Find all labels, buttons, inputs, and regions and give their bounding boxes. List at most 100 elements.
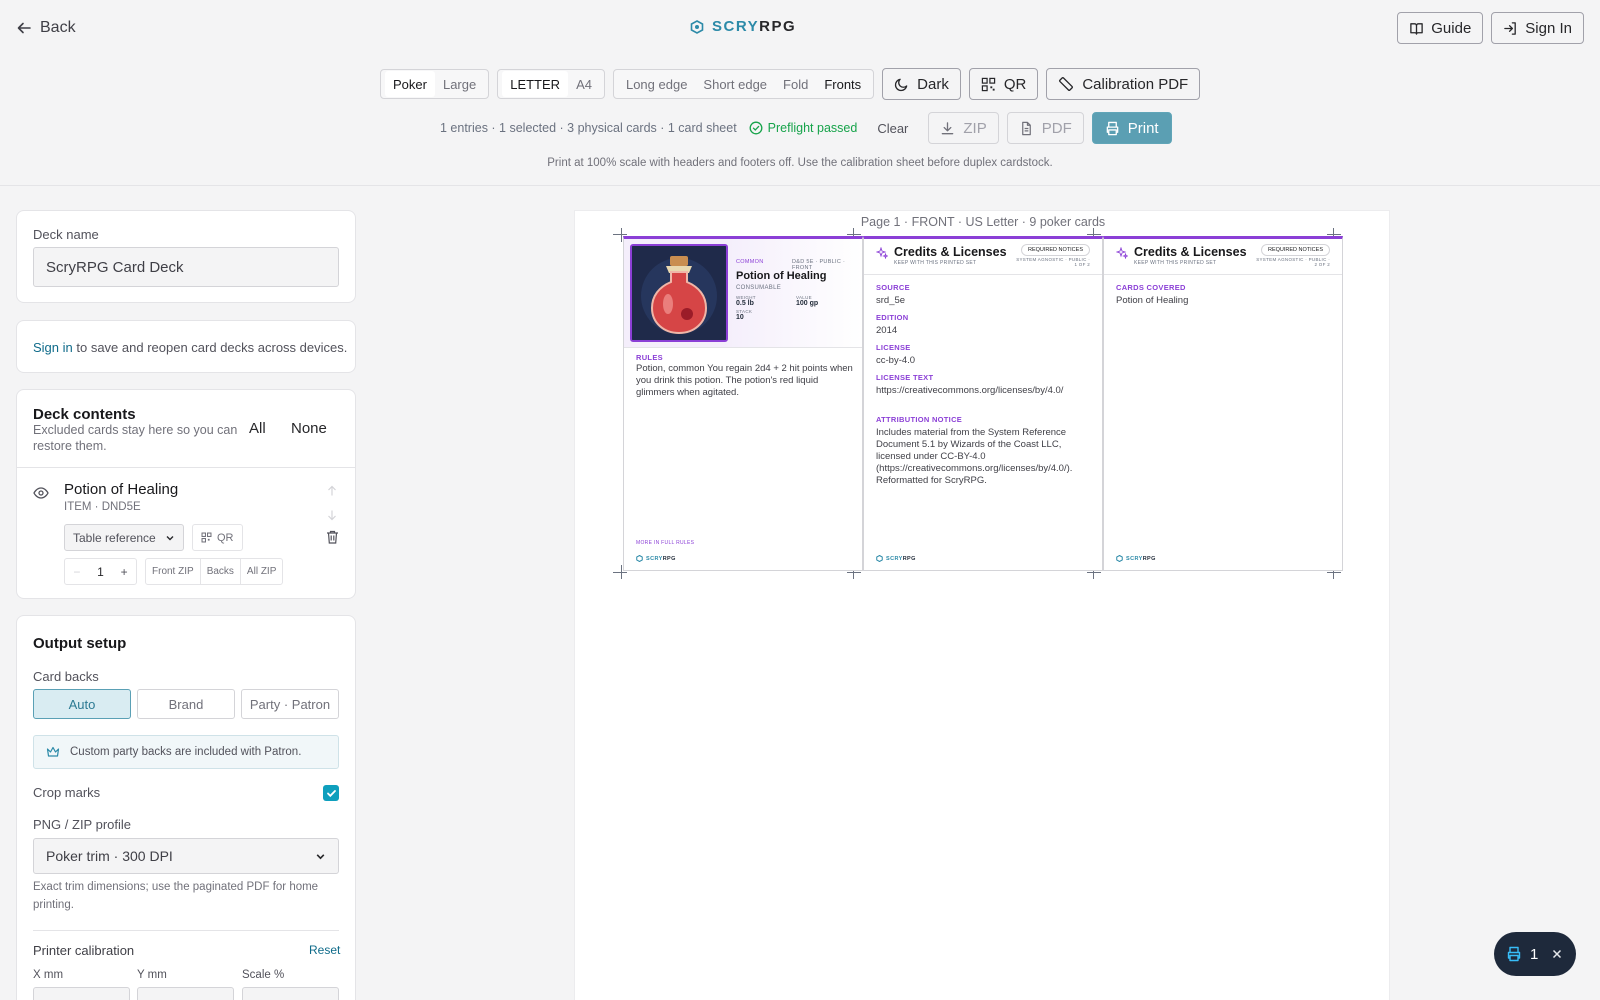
printer-icon bbox=[1105, 121, 1120, 136]
minus-button[interactable]: − bbox=[65, 559, 89, 584]
output-setup-panel: Output setup Card backs Auto Brand Party… bbox=[16, 615, 356, 1000]
png-profile-label: PNG / ZIP profile bbox=[33, 817, 132, 832]
arrow-left-icon bbox=[16, 20, 32, 36]
deck-name-input[interactable]: ScryRPG Card Deck bbox=[33, 247, 339, 287]
cards-covered-value: Potion of Healing bbox=[1116, 295, 1189, 306]
zip-button[interactable]: ZIP bbox=[928, 112, 999, 144]
front-zip-button[interactable]: Front ZIP bbox=[146, 559, 201, 584]
png-profile-value: Poker trim · 300 DPI bbox=[46, 848, 173, 864]
paper-option-letter[interactable]: LETTER bbox=[502, 71, 569, 97]
print-button[interactable]: Print bbox=[1091, 112, 1172, 144]
potion-image bbox=[630, 244, 728, 342]
all-zip-button[interactable]: All ZIP bbox=[241, 559, 282, 584]
crop-marks-checkbox[interactable] bbox=[323, 785, 339, 801]
eye-icon[interactable] bbox=[33, 486, 49, 500]
card-backs-party-patron[interactable]: Party · Patron bbox=[241, 689, 339, 719]
card-subtitle: KEEP WITH THIS PRINTED SET bbox=[894, 260, 977, 266]
preflight-status: Preflight passed bbox=[749, 121, 857, 135]
divider bbox=[33, 930, 339, 931]
clear-button[interactable]: Clear bbox=[865, 121, 920, 136]
weight-value: 0.5 lb bbox=[736, 300, 754, 307]
y-mm-input[interactable]: 0 bbox=[137, 987, 234, 1000]
card-title: Potion of Healing bbox=[736, 270, 827, 282]
close-icon[interactable] bbox=[1552, 949, 1562, 959]
deck-contents-panel: Deck contents Excluded cards stay here s… bbox=[16, 389, 356, 599]
quantity-stepper: − 1 + bbox=[64, 558, 137, 585]
guide-button[interactable]: Guide bbox=[1397, 12, 1484, 44]
png-profile-select[interactable]: Poker trim · 300 DPI bbox=[33, 838, 339, 874]
print-hint: Print at 100% scale with headers and foo… bbox=[547, 157, 1053, 169]
output-setup-title: Output setup bbox=[33, 635, 127, 652]
sign-in-panel: Sign in to save and reopen card decks ac… bbox=[16, 320, 356, 373]
print-label: Print bbox=[1127, 119, 1159, 137]
brand-scry: SCRY bbox=[712, 18, 760, 35]
guide-label: Guide bbox=[1431, 19, 1472, 37]
duplex-toggle: Long edge Short edge Fold Fronts bbox=[612, 69, 875, 99]
entry-meta: ITEM · DND5E bbox=[64, 501, 141, 513]
sparkles-icon bbox=[1116, 247, 1128, 259]
brand-rpg: RPG bbox=[759, 18, 797, 35]
patron-notice-text: Custom party backs are included with Pat… bbox=[70, 746, 302, 758]
attribution-label: ATTRIBUTION NOTICE bbox=[876, 415, 963, 424]
select-none-button[interactable]: None bbox=[291, 420, 327, 437]
calibration-reset-button[interactable]: Reset bbox=[309, 943, 340, 957]
printer-calibration-label: Printer calibration bbox=[33, 943, 135, 958]
scale-input[interactable]: 100 bbox=[242, 987, 339, 1000]
stack-value: 10 bbox=[736, 314, 744, 321]
entry-name: Potion of Healing bbox=[64, 481, 179, 498]
calibration-pdf-button[interactable]: Calibration PDF bbox=[1046, 68, 1201, 100]
duplex-option-fold[interactable]: Fold bbox=[775, 71, 816, 97]
qr-toggle-button[interactable]: QR bbox=[968, 68, 1039, 100]
entry-template-select[interactable]: Table reference bbox=[64, 524, 184, 551]
deck-contents-title: Deck contents bbox=[33, 406, 136, 423]
card-subtitle: CONSUMABLE bbox=[736, 285, 782, 291]
sign-in-label: Sign In bbox=[1525, 19, 1572, 37]
card-potion-of-healing: COMMON D&D 5E · PUBLIC · FRONT Potion of… bbox=[623, 236, 863, 571]
plus-button[interactable]: + bbox=[112, 559, 136, 584]
ruler-icon bbox=[1058, 76, 1074, 92]
backs-button[interactable]: Backs bbox=[201, 559, 241, 584]
print-queue-pill[interactable]: 1 bbox=[1494, 932, 1576, 976]
print-preview-page: Page 1 · FRONT · US Letter · 9 poker car… bbox=[574, 210, 1390, 1000]
card-backs-label: Card backs bbox=[33, 669, 99, 684]
paper-size-toggle: LETTER A4 bbox=[497, 69, 605, 99]
card-size-toggle: Poker Large bbox=[380, 69, 490, 99]
entry-qr-button[interactable]: QR bbox=[192, 524, 243, 551]
back-button[interactable]: Back bbox=[16, 16, 76, 40]
x-mm-input[interactable]: 0 bbox=[33, 987, 130, 1000]
brand-logo[interactable]: SCRYRPG bbox=[690, 18, 796, 35]
size-option-large[interactable]: Large bbox=[435, 71, 484, 97]
sign-in-message: to save and reopen card decks across dev… bbox=[76, 340, 348, 355]
card-backs-brand[interactable]: Brand bbox=[137, 689, 235, 719]
crop-marks-label: Crop marks bbox=[33, 785, 101, 800]
rules-text: Potion, common You regain 2d4 + 2 hit po… bbox=[636, 363, 853, 398]
arrow-down-icon[interactable] bbox=[326, 509, 338, 521]
pdf-button[interactable]: PDF bbox=[1006, 112, 1084, 144]
license-label: LICENSE bbox=[876, 343, 911, 352]
value-value: 100 gp bbox=[796, 300, 819, 307]
card-subtitle: KEEP WITH THIS PRINTED SET bbox=[1134, 260, 1217, 266]
sign-in-button[interactable]: Sign In bbox=[1491, 12, 1584, 44]
required-notices-badge: REQUIRED NOTICES bbox=[1020, 244, 1090, 256]
license-text-value: https://creativecommons.org/licenses/by/… bbox=[876, 385, 1064, 396]
size-option-poker[interactable]: Poker bbox=[385, 71, 435, 97]
pdf-label: PDF bbox=[1041, 119, 1072, 137]
dark-toggle-button[interactable]: Dark bbox=[882, 68, 961, 100]
png-profile-help: Exact trim dimensions; use the paginated… bbox=[33, 881, 319, 911]
quantity-value[interactable]: 1 bbox=[89, 559, 113, 584]
duplex-option-long-edge[interactable]: Long edge bbox=[618, 71, 695, 97]
card-pager: 1 OF 2 bbox=[1074, 262, 1090, 267]
select-all-button[interactable]: All bbox=[249, 420, 266, 437]
printer-icon bbox=[1506, 946, 1522, 962]
arrow-up-icon[interactable] bbox=[326, 485, 338, 497]
check-circle-icon bbox=[749, 121, 763, 135]
card-backs-auto[interactable]: Auto bbox=[33, 689, 131, 719]
card-footer-logo: SCRYRPG bbox=[1116, 555, 1156, 562]
duplex-option-fronts[interactable]: Fronts bbox=[816, 71, 869, 97]
sign-in-link[interactable]: Sign in bbox=[33, 340, 73, 355]
duplex-option-short-edge[interactable]: Short edge bbox=[695, 71, 775, 97]
back-label: Back bbox=[40, 19, 76, 36]
trash-icon[interactable] bbox=[326, 530, 339, 544]
sign-in-icon bbox=[1503, 21, 1518, 36]
paper-option-a4[interactable]: A4 bbox=[568, 71, 600, 97]
